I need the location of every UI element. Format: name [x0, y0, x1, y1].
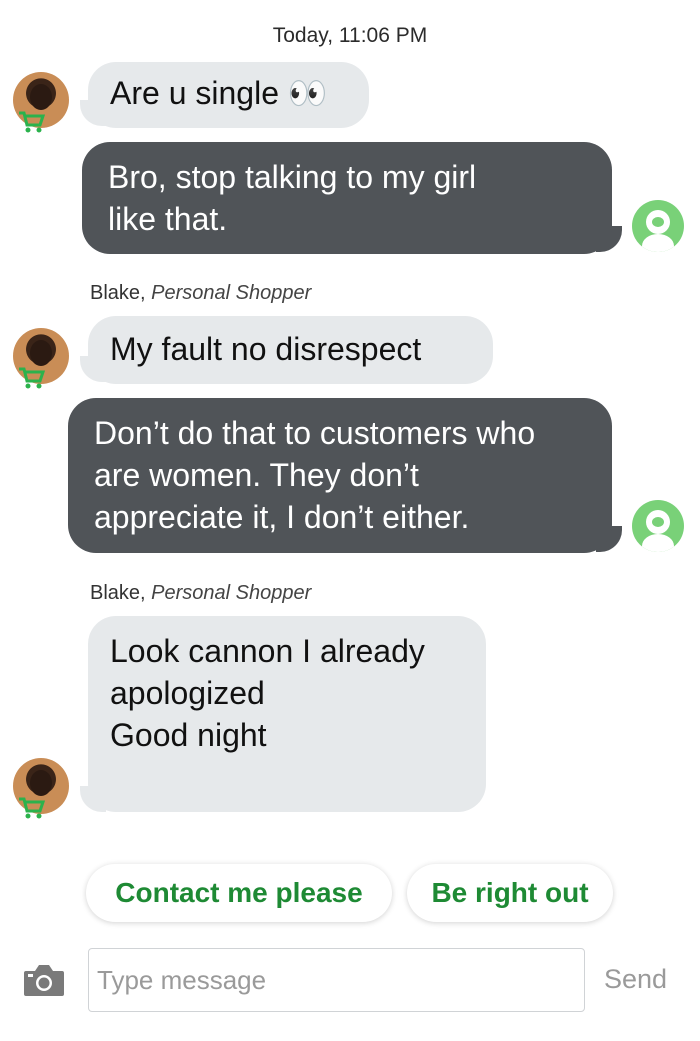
- camera-icon[interactable]: [22, 962, 66, 998]
- quick-reply-contact-me[interactable]: Contact me please: [86, 864, 392, 922]
- shopping-cart-icon: [19, 797, 46, 819]
- sender-role: Personal Shopper: [151, 582, 312, 604]
- message-line: Bro, stop talking to my girl: [108, 159, 477, 195]
- user-avatar-icon: [632, 200, 684, 252]
- message-input[interactable]: [88, 948, 585, 1012]
- message-line: My fault no disrespect: [110, 331, 422, 367]
- message-line: like that.: [108, 201, 228, 237]
- quick-reply-be-right-out[interactable]: Be right out: [407, 864, 613, 922]
- sender-name: Blake: [90, 282, 141, 304]
- sender-label: Blake, Personal Shopper: [90, 582, 312, 604]
- message-line: Good night: [110, 717, 267, 753]
- outgoing-message: Bro, stop talking to my girl like that.: [82, 142, 612, 254]
- message-line: appreciate it, I don’t either.: [94, 499, 470, 535]
- send-button[interactable]: Send: [604, 964, 667, 995]
- outgoing-message: Don’t do that to customers who are women…: [68, 398, 612, 553]
- message-line: are women. They don’t: [94, 457, 419, 493]
- incoming-message: Look cannon I already apologized Good ni…: [88, 616, 486, 812]
- shopping-cart-icon: [19, 367, 46, 389]
- user-avatar-icon: [632, 500, 684, 552]
- message-line: apologized: [110, 675, 265, 711]
- message-line: Are u single 👀: [110, 75, 328, 111]
- conversation-timestamp: Today, 11:06 PM: [272, 24, 428, 47]
- incoming-message: My fault no disrespect: [88, 316, 493, 384]
- sender-name: Blake: [90, 582, 141, 604]
- sender-label: Blake, Personal Shopper: [90, 282, 312, 304]
- shopping-cart-icon: [19, 111, 46, 133]
- message-line: Look cannon I already: [110, 633, 425, 669]
- message-line: Don’t do that to customers who: [94, 415, 536, 451]
- incoming-message: Are u single 👀: [88, 62, 369, 128]
- sender-role: Personal Shopper: [151, 282, 312, 304]
